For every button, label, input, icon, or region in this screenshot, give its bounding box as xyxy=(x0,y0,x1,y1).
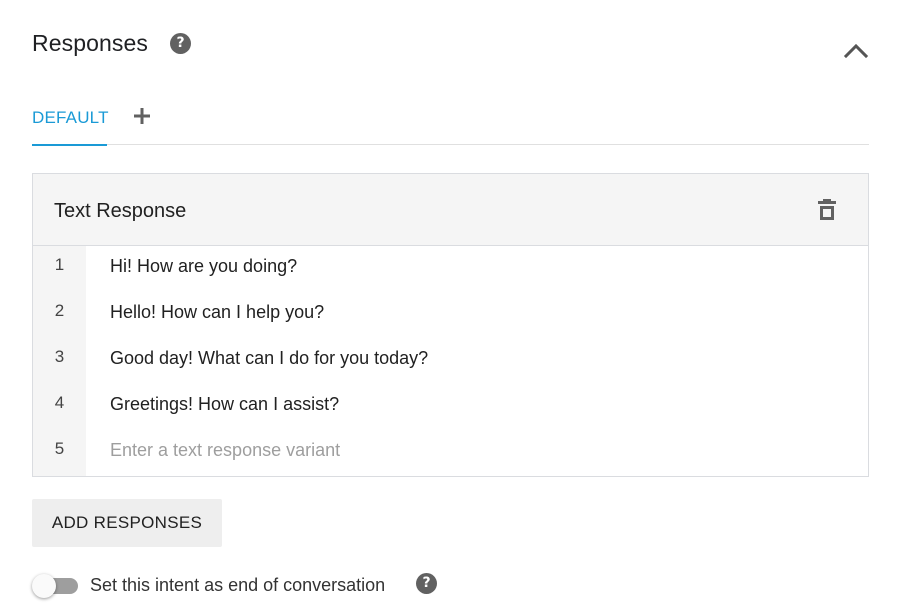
end-conversation-label: Set this intent as end of conversation xyxy=(90,575,386,595)
tabs-divider xyxy=(32,144,869,145)
chevron-up-icon[interactable] xyxy=(843,40,869,60)
response-variant-input[interactable] xyxy=(110,292,850,332)
add-responses-button[interactable]: ADD RESPONSES xyxy=(32,499,222,547)
response-row: 1 xyxy=(33,246,868,292)
response-variant-input[interactable] xyxy=(110,246,850,286)
text-response-card: Text Response 1 2 3 4 xyxy=(32,173,869,477)
row-number: 3 xyxy=(54,347,65,366)
trash-icon[interactable] xyxy=(816,198,838,222)
row-number: 2 xyxy=(54,301,65,320)
help-icon[interactable]: ? xyxy=(416,573,437,594)
response-list: 1 2 3 4 5 xyxy=(33,246,868,476)
response-row: 3 xyxy=(33,338,868,384)
response-variant-input[interactable] xyxy=(110,338,850,378)
new-response-variant-input[interactable] xyxy=(110,430,850,470)
tab-default[interactable]: DEFAULT xyxy=(32,108,108,146)
row-number: 1 xyxy=(54,255,65,274)
response-variant-input[interactable] xyxy=(110,384,850,424)
responses-panel: Responses ? DEFAULT Text Response 1 2 xyxy=(0,0,900,609)
card-header: Text Response xyxy=(33,174,868,246)
plus-icon[interactable] xyxy=(132,106,152,126)
row-number: 4 xyxy=(54,393,65,412)
row-number: 5 xyxy=(54,439,65,458)
section-title: Responses xyxy=(32,30,148,56)
end-conversation-toggle[interactable] xyxy=(32,573,80,599)
card-title: Text Response xyxy=(54,200,187,222)
help-icon[interactable]: ? xyxy=(170,33,191,54)
toggle-thumb xyxy=(32,574,56,598)
response-row: 5 xyxy=(33,430,868,476)
response-row: 4 xyxy=(33,384,868,430)
response-row: 2 xyxy=(33,292,868,338)
